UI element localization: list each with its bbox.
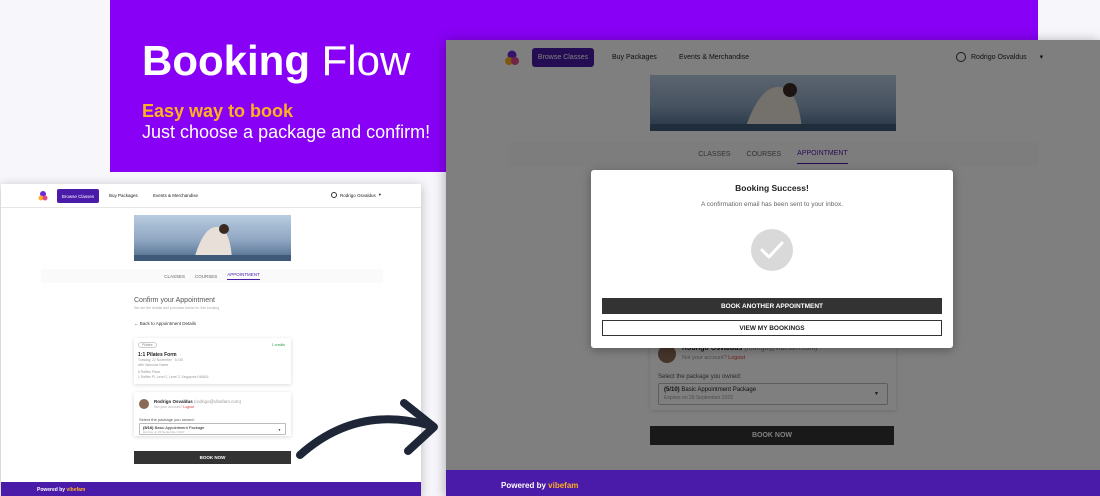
vibefam-logo-icon[interactable] bbox=[37, 190, 49, 202]
hero-title-bold: Booking bbox=[142, 37, 310, 84]
account-email: (rodrigo@vibefam.com) bbox=[194, 399, 242, 404]
modal-message: A confirmation email has been sent to yo… bbox=[701, 201, 843, 208]
class-banner-image bbox=[134, 215, 291, 261]
category-tabs: CLASSES COURSES APPOINTMENT bbox=[41, 269, 383, 283]
modal-title: Booking Success! bbox=[735, 183, 809, 193]
powered-by: Powered by bbox=[37, 487, 66, 493]
hero-subtitle-highlight: Easy way to book bbox=[142, 101, 294, 121]
hero-title-rest: Flow bbox=[321, 37, 411, 84]
browse-classes-button[interactable]: Browse Classes bbox=[57, 189, 99, 203]
appointment-address: 1 Raffles Pl, Level 2, Level 2, Singapor… bbox=[138, 375, 209, 379]
account-card: Rodrigo Osvaldus (rodrigo@vibefam.com) N… bbox=[134, 392, 291, 436]
tab-courses[interactable]: COURSES bbox=[195, 274, 217, 279]
confirm-title: Confirm your Appointment bbox=[134, 297, 215, 304]
back-link-label: Back to Appointment Details bbox=[139, 321, 197, 326]
appointment-date: Tuesday, 22 November · 10:30 bbox=[138, 358, 184, 362]
caret-down-icon: ▾ bbox=[378, 192, 382, 197]
brand-name: vibefam bbox=[66, 487, 86, 493]
category-tag: Pilates bbox=[138, 342, 157, 348]
caret-down-icon: ▼ bbox=[278, 428, 281, 432]
view-my-bookings-button[interactable]: VIEW MY BOOKINGS bbox=[602, 320, 942, 336]
tab-classes[interactable]: CLASSES bbox=[164, 274, 185, 279]
book-another-appointment-button[interactable]: BOOK ANOTHER APPOINTMENT bbox=[602, 298, 942, 314]
package-select[interactable]: (5/10) Basic Appointment Package Expires… bbox=[139, 423, 286, 435]
not-your-account: Not your account? Logout bbox=[154, 405, 194, 409]
account-name: Rodrigo Osvaldus (rodrigo@vibefam.com) bbox=[154, 399, 241, 404]
logout-link[interactable]: Logout bbox=[183, 405, 194, 409]
top-nav: Browse Classes Buy Packages Events & Mer… bbox=[1, 184, 421, 208]
not-your-account-label: Not your account? bbox=[154, 405, 183, 409]
appointment-location: 6 Raffles Place bbox=[138, 370, 161, 374]
events-merch-link[interactable]: Events & Merchandise bbox=[153, 193, 198, 198]
hero-subtitle: Just choose a package and confirm! bbox=[142, 122, 431, 142]
arrow-left-icon: ← bbox=[134, 321, 139, 326]
account-name-label: Rodrigo Osvaldus bbox=[154, 399, 193, 404]
flow-arrow-icon bbox=[296, 399, 438, 459]
buy-packages-link[interactable]: Buy Packages bbox=[109, 193, 138, 198]
footer: Powered by vibefam bbox=[1, 482, 421, 496]
brand-name: vibefam bbox=[548, 481, 579, 490]
package-expiry: Expires on 29 September 2023 bbox=[143, 430, 185, 434]
credits-label: 1 credits bbox=[271, 343, 285, 347]
appointment-instructor: with Instructor Name bbox=[138, 363, 169, 367]
checkmark-icon bbox=[751, 229, 793, 271]
avatar bbox=[139, 399, 149, 409]
package-select-label: Select the package you owned: bbox=[139, 417, 195, 422]
hero-title: Booking Flow bbox=[142, 38, 410, 84]
powered-by: Powered by bbox=[501, 481, 546, 490]
footer: Powered by vibefam bbox=[446, 470, 1100, 496]
book-now-button[interactable]: BOOK NOW bbox=[134, 451, 291, 464]
booking-success-modal: Booking Success! A confirmation email ha… bbox=[591, 170, 953, 348]
user-menu[interactable]: Rodrigo Osvaldus▾ bbox=[331, 192, 381, 198]
user-name: Rodrigo Osvaldus bbox=[340, 192, 376, 198]
appointment-card: Pilates 1 credits 1:1 Pilates Form Tuesd… bbox=[134, 338, 291, 384]
tab-appointment[interactable]: APPOINTMENT bbox=[227, 272, 260, 280]
back-link[interactable]: ← Back to Appointment Details bbox=[134, 321, 196, 326]
user-icon bbox=[331, 192, 337, 198]
confirm-subtitle: We are the details and purchase below fo… bbox=[134, 306, 220, 310]
